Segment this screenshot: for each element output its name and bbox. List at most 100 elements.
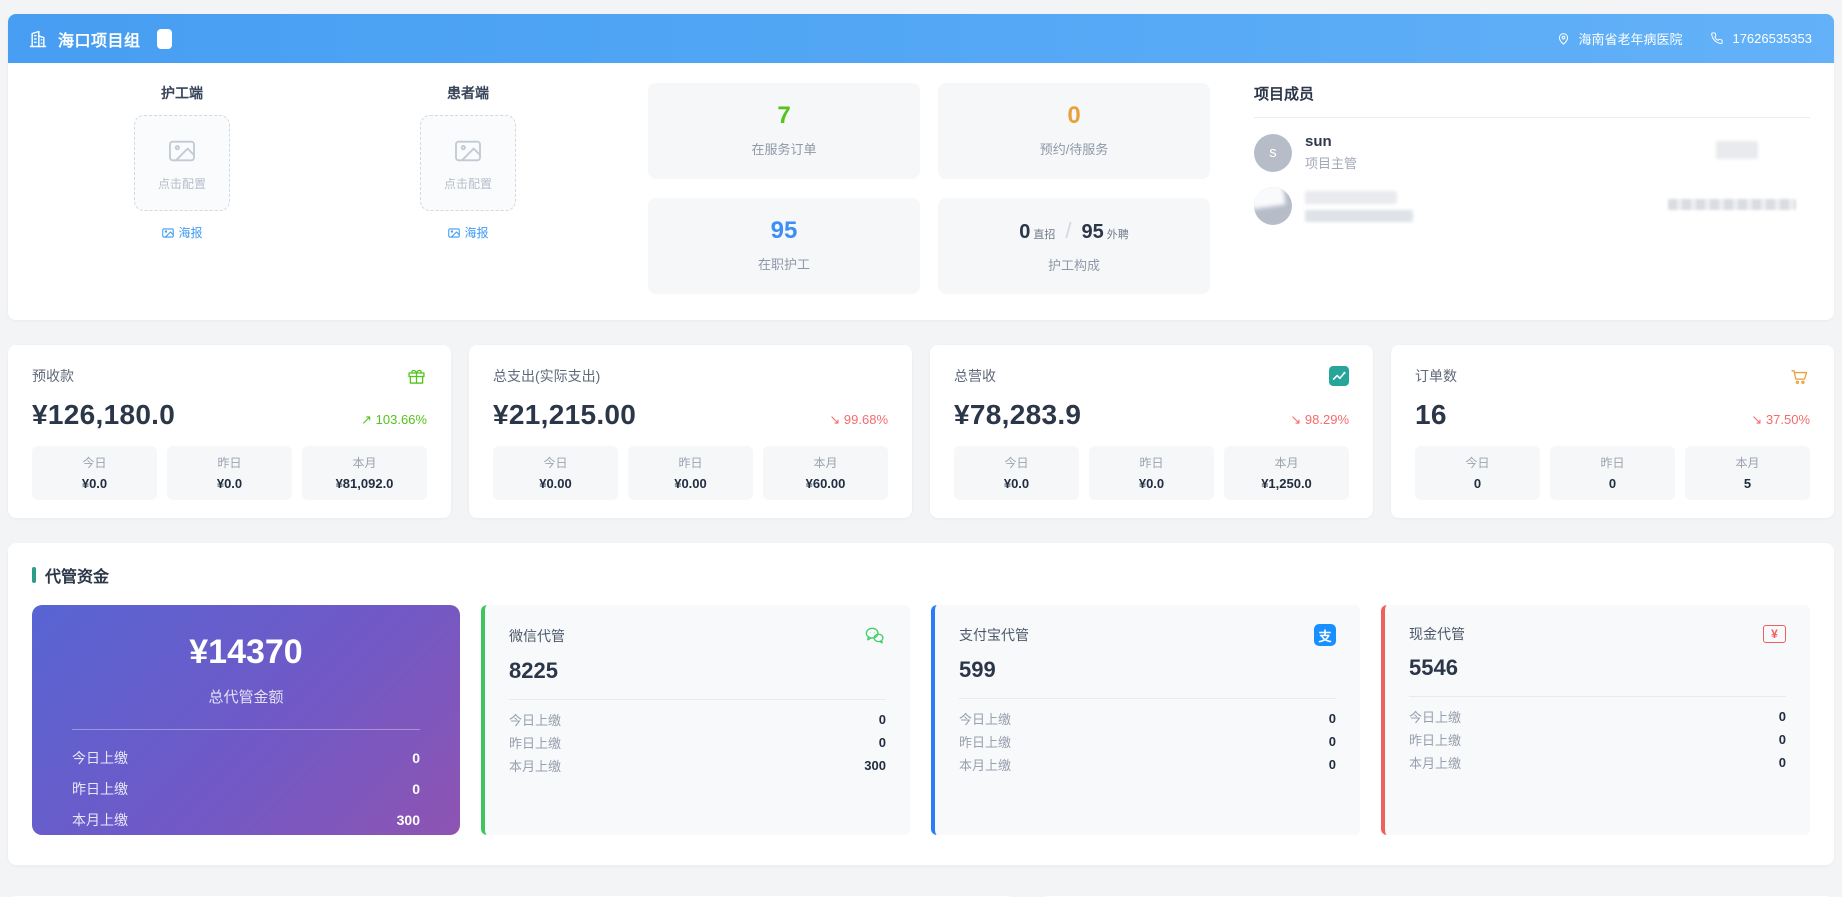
stat-label: 预约/待服务 — [1039, 142, 1109, 157]
channel-value: 599 — [959, 657, 996, 682]
redacted-phone — [1668, 199, 1796, 210]
contact-phone: 17626535353 — [1732, 31, 1812, 46]
phone-icon — [1710, 31, 1725, 46]
period-tile-today: 今日 ¥0.0 — [32, 446, 157, 500]
config-panel-caregiver: 护工端 点击配置 海报 — [127, 83, 237, 294]
trend-down: ↘ 99.68% — [829, 412, 888, 428]
project-overview-panel: 海口项目组 海南省老年病医院 17626535353 护工端 点击配置 海报 患… — [8, 14, 1834, 320]
section-title-row: 代管资金 — [32, 563, 1810, 587]
escrow-funds-section: 代管资金 ¥14370 总代管金额 今日上缴 0 昨日上缴 0 本月上缴 300 — [8, 543, 1834, 865]
escrow-row-month: 本月上缴 300 — [72, 804, 420, 835]
period-value: ¥0.0 — [1138, 476, 1165, 491]
project-members: 项目成员 s sun 项目主管 — [1254, 83, 1810, 294]
period-tile-month: 本月 ¥1,250.0 — [1224, 446, 1349, 500]
chart-icon — [1329, 366, 1349, 386]
channel-row-month: 本月上缴 0 — [959, 753, 1336, 776]
channel-title: 支付宝代管 — [959, 627, 1029, 643]
gift-icon — [406, 366, 427, 387]
period-tile-yesterday: 昨日 ¥0.0 — [167, 446, 292, 500]
finance-card-prepaid: 预收款 ¥126,180.0 ↗ 103.66% 今日 ¥0.0 昨日 ¥0.0… — [8, 345, 451, 518]
escrow-total-label: 总代管金额 — [208, 689, 284, 706]
image-placeholder-icon — [452, 135, 484, 167]
building-icon — [28, 29, 48, 49]
poster-image-icon — [447, 226, 461, 240]
row-value: 0 — [412, 749, 420, 766]
poster-link-label: 海报 — [464, 226, 489, 240]
row-value: 0 — [1328, 711, 1336, 726]
wechat-icon — [863, 624, 886, 647]
period-label: 本月 — [813, 456, 838, 470]
stat-value: 0 — [1067, 102, 1081, 129]
row-label: 本月上缴 — [72, 811, 128, 828]
escrow-cards-row: ¥14370 总代管金额 今日上缴 0 昨日上缴 0 本月上缴 300 微信代管… — [32, 605, 1810, 835]
row-label: 昨日上缴 — [509, 736, 562, 751]
period-value: ¥0.00 — [674, 476, 707, 491]
period-value: 0 — [1608, 476, 1617, 491]
trend-value: 98.29% — [1304, 412, 1349, 427]
caregiver-config-upload-box[interactable]: 点击配置 — [134, 115, 230, 211]
member-name: sun — [1305, 133, 1332, 150]
period-tile-today: 今日 ¥0.00 — [493, 446, 618, 500]
redacted-value — [1716, 141, 1758, 159]
section-accent-bar — [32, 567, 36, 583]
channel-value: 5546 — [1409, 655, 1458, 680]
period-label: 本月 — [1274, 456, 1299, 470]
trend-value: 99.68% — [843, 412, 888, 427]
divider — [959, 698, 1336, 699]
caregiver-poster-link[interactable]: 海报 — [161, 224, 203, 241]
member-info: sun 项目主管 — [1305, 133, 1357, 172]
finance-card-value: ¥21,215.00 — [493, 399, 637, 430]
stat-label: 护工构成 — [1047, 258, 1100, 273]
trend-arrow-icon: ↘ — [1290, 412, 1302, 427]
period-value: ¥81,092.0 — [335, 476, 394, 491]
row-value: 0 — [878, 735, 886, 750]
divider — [1254, 117, 1810, 118]
members-title: 项目成员 — [1254, 86, 1315, 103]
channel-title: 现金代管 — [1409, 626, 1465, 642]
member-role: 项目主管 — [1305, 156, 1358, 171]
hospital-meta: 海南省老年病医院 — [1556, 29, 1682, 48]
divider — [1409, 696, 1786, 697]
stat-value: 95 — [770, 217, 798, 244]
period-value: ¥1,250.0 — [1261, 476, 1312, 491]
period-tile-month: 本月 ¥81,092.0 — [302, 446, 427, 500]
channel-title: 微信代管 — [509, 627, 565, 644]
cart-icon — [1789, 366, 1810, 387]
config-panel-title: 患者端 — [447, 85, 489, 101]
period-value: ¥60.00 — [805, 476, 846, 491]
finance-card-orders: 订单数 16 ↘ 37.50% 今日 0 昨日 0 本月 5 — [1391, 345, 1834, 518]
trend-arrow-icon: ↘ — [829, 412, 841, 427]
stat-tile-caregiver-composition: 0 直招 / 95 外聘 护工构成 — [938, 198, 1210, 294]
period-tile-month: 本月 5 — [1685, 446, 1810, 500]
upload-hint: 点击配置 — [443, 176, 492, 191]
stat-tile-active-orders: 7 在服务订单 — [648, 83, 920, 179]
escrow-card-cash: 现金代管 ¥ 5546 今日上缴 0 昨日上缴 0 本月上缴 0 — [1381, 605, 1810, 835]
channel-row-today: 今日上缴 0 — [509, 708, 886, 731]
trend-arrow-icon: ↗ — [361, 412, 373, 427]
period-tile-today: 今日 0 — [1415, 446, 1540, 500]
phone-meta: 17626535353 — [1710, 31, 1812, 46]
row-value: 0 — [1328, 734, 1336, 749]
config-panel-title: 护工端 — [161, 85, 203, 101]
poster-image-icon — [161, 226, 175, 240]
period-value: ¥0.0 — [1003, 476, 1030, 491]
row-value: 0 — [878, 712, 886, 727]
poster-link-label: 海报 — [178, 226, 203, 240]
patient-config-upload-box[interactable]: 点击配置 — [420, 115, 516, 211]
period-value: ¥0.0 — [81, 476, 108, 491]
period-label: 昨日 — [1139, 456, 1164, 470]
period-value: ¥0.0 — [216, 476, 243, 491]
finance-card-expense: 总支出(实际支出) ¥21,215.00 ↘ 99.68% 今日 ¥0.00 昨… — [469, 345, 912, 518]
patient-poster-link[interactable]: 海报 — [447, 224, 489, 241]
row-value: 0 — [1778, 732, 1786, 747]
period-tile-today: 今日 ¥0.0 — [954, 446, 1079, 500]
channel-row-yesterday: 昨日上缴 0 — [1409, 728, 1786, 751]
divider — [72, 729, 420, 730]
divider — [509, 699, 886, 700]
member-info — [1305, 190, 1413, 222]
redacted-name — [1305, 190, 1397, 204]
upload-hint: 点击配置 — [157, 176, 206, 191]
finance-card-label: 订单数 — [1415, 368, 1457, 384]
trend-value: 37.50% — [1765, 412, 1810, 427]
finance-card-label: 总支出(实际支出) — [493, 368, 601, 384]
